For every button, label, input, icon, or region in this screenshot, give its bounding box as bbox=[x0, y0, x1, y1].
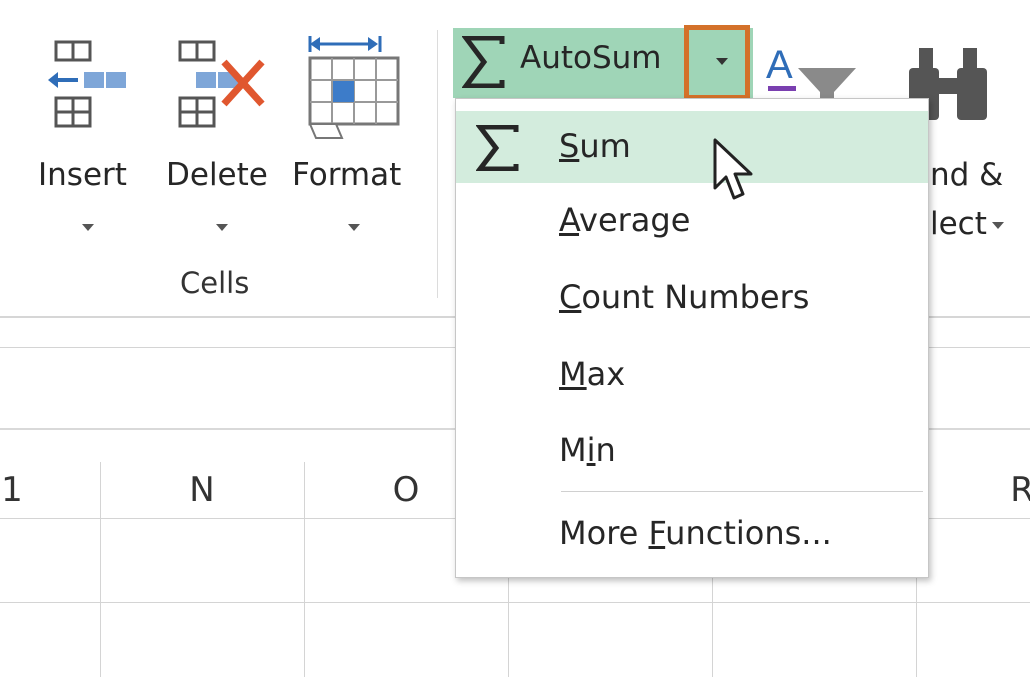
grid-line bbox=[0, 602, 1030, 603]
autosum-dropdown-menu: Sum Average Count Numbers Max Min More F… bbox=[455, 98, 929, 578]
chevron-down-icon bbox=[992, 222, 1004, 229]
sigma-icon bbox=[462, 36, 505, 88]
find-select-label-line2: lect bbox=[930, 206, 987, 242]
menu-item-label-text: More bbox=[559, 514, 649, 552]
menu-item-max[interactable]: Max bbox=[456, 341, 928, 411]
delete-label: Delete bbox=[166, 157, 268, 193]
menu-item-sum[interactable]: Sum bbox=[456, 111, 928, 183]
menu-item-label-text: ount Numbers bbox=[581, 278, 810, 316]
menu-item-label: Sum bbox=[559, 127, 631, 165]
delete-button[interactable]: Delete bbox=[160, 30, 280, 250]
column-header-r[interactable]: R bbox=[992, 470, 1030, 510]
delete-cells-icon bbox=[178, 40, 265, 128]
format-cells-icon bbox=[308, 36, 400, 139]
menu-item-label: Average bbox=[559, 201, 690, 239]
menu-item-label: Max bbox=[559, 355, 625, 393]
menu-item-label: More Functions... bbox=[559, 514, 832, 552]
grid-line bbox=[100, 462, 101, 677]
column-header-n[interactable]: N bbox=[172, 470, 232, 510]
grid-line bbox=[304, 462, 305, 677]
menu-item-label-mnemonic: M bbox=[559, 355, 587, 393]
mouse-cursor-icon bbox=[713, 138, 753, 200]
menu-item-label-mnemonic: S bbox=[559, 127, 580, 165]
chevron-down-icon bbox=[216, 224, 228, 231]
menu-item-label-text: um bbox=[579, 127, 631, 165]
menu-item-more-functions[interactable]: More Functions... bbox=[456, 500, 928, 570]
menu-item-label-mnemonic: A bbox=[559, 201, 580, 239]
menu-item-label-text: unctions... bbox=[665, 514, 832, 552]
menu-item-label-mnemonic: i bbox=[586, 431, 596, 469]
sigma-icon bbox=[476, 125, 519, 171]
insert-label: Insert bbox=[38, 157, 127, 193]
menu-item-label-text: verage bbox=[579, 201, 691, 239]
menu-item-min[interactable]: Min bbox=[456, 417, 928, 487]
menu-item-average[interactable]: Average bbox=[456, 187, 928, 257]
insert-cells-icon bbox=[48, 40, 126, 128]
menu-item-label-text: ax bbox=[586, 355, 626, 393]
autosum-dropdown-highlight bbox=[684, 25, 750, 100]
insert-button[interactable]: Insert bbox=[30, 30, 145, 250]
group-separator bbox=[437, 30, 438, 298]
menu-separator bbox=[561, 491, 923, 492]
column-header-m[interactable]: 1 bbox=[0, 470, 42, 510]
autosum-label: AutoSum bbox=[520, 40, 662, 76]
menu-item-label: Min bbox=[559, 431, 616, 469]
menu-item-label-text: M bbox=[559, 431, 587, 469]
column-header-o[interactable]: O bbox=[376, 470, 436, 510]
svg-text:A: A bbox=[766, 43, 793, 87]
chevron-down-icon bbox=[348, 224, 360, 231]
find-select-label-line1: nd & bbox=[930, 157, 1004, 193]
menu-item-count-numbers[interactable]: Count Numbers bbox=[456, 264, 928, 334]
menu-item-label-mnemonic: C bbox=[559, 278, 582, 316]
format-label: Format bbox=[292, 157, 402, 193]
menu-item-label-mnemonic: F bbox=[648, 514, 666, 552]
menu-item-label-text: n bbox=[595, 431, 616, 469]
chevron-down-icon bbox=[82, 224, 94, 231]
cells-group-label: Cells bbox=[180, 266, 250, 300]
format-button[interactable]: Format bbox=[290, 30, 420, 250]
menu-item-label: Count Numbers bbox=[559, 278, 809, 316]
